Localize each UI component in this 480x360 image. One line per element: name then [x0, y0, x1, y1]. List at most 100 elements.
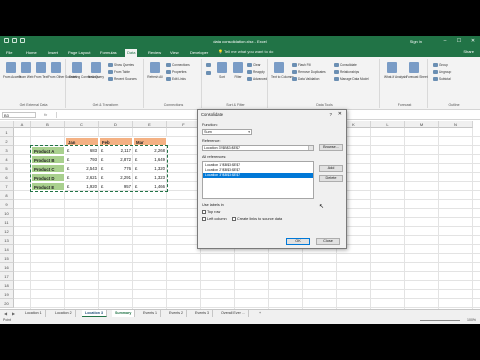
existing-connections-button[interactable]: Existing Connections: [69, 62, 99, 79]
close-icon[interactable]: ✕: [338, 111, 342, 117]
row-header[interactable]: 13: [0, 236, 14, 245]
function-select[interactable]: Sum ▾: [202, 129, 252, 135]
advanced-button[interactable]: Advanced: [247, 77, 267, 82]
sheet-tab[interactable]: Events 3: [192, 310, 213, 317]
column-header[interactable]: A: [14, 121, 31, 128]
new-query-button[interactable]: New Query: [88, 62, 104, 79]
row-header[interactable]: 15: [0, 254, 14, 263]
sheet-tab[interactable]: Location 2: [52, 310, 76, 317]
tab-file[interactable]: File: [4, 49, 14, 57]
row-header[interactable]: 9: [0, 200, 14, 209]
top-row-checkbox[interactable]: Top row: [202, 210, 220, 214]
column-header[interactable]: F: [167, 121, 201, 128]
row-header[interactable]: 3: [0, 146, 14, 155]
column-header[interactable]: N: [439, 121, 473, 128]
zoom-slider[interactable]: [420, 320, 460, 321]
row-header[interactable]: 18: [0, 281, 14, 290]
column-header[interactable]: E: [133, 121, 167, 128]
delete-button[interactable]: Delete: [319, 175, 343, 182]
column-header[interactable]: B: [31, 121, 65, 128]
maximize-button[interactable]: ☐: [456, 38, 462, 44]
from-access-button[interactable]: From Access: [3, 62, 21, 79]
share-button[interactable]: Share: [463, 49, 474, 54]
column-header[interactable]: L: [371, 121, 405, 128]
ok-button[interactable]: OK: [286, 238, 310, 245]
what-if-analysis-button[interactable]: What-If Analysis: [384, 62, 407, 79]
reapply-button[interactable]: Reapply: [247, 70, 265, 75]
text-to-columns-button[interactable]: Text to Columns: [271, 62, 294, 79]
remove-duplicates-button[interactable]: Remove Duplicates: [292, 70, 326, 75]
forecast-sheet-button[interactable]: Forecast Sheet: [406, 62, 428, 79]
minimize-button[interactable]: –: [442, 38, 448, 44]
reference-list-item[interactable]: Location 3'!$B$3:$E$7: [203, 173, 313, 178]
reference-input[interactable]: Location 3'!$B$3:$E$7: [202, 145, 314, 151]
sheet-tab[interactable]: Events 1: [140, 310, 161, 317]
add-button[interactable]: Add: [319, 165, 343, 172]
sort-button[interactable]: Sort: [214, 62, 230, 79]
sort-az-button[interactable]: [206, 63, 212, 68]
tab-home[interactable]: Home: [24, 49, 39, 57]
fx-icon[interactable]: fx: [44, 112, 47, 117]
tab-data[interactable]: Data: [125, 49, 138, 57]
column-header[interactable]: M: [405, 121, 439, 128]
edit-links-button[interactable]: Edit Links: [166, 77, 186, 82]
refresh-all-button[interactable]: Refresh All: [147, 62, 163, 79]
column-header[interactable]: D: [99, 121, 133, 128]
flash-fill-button[interactable]: Flash Fill: [292, 63, 311, 68]
prev-sheet-icon[interactable]: ◀: [4, 311, 7, 316]
zoom-level[interactable]: 100%: [467, 317, 476, 324]
tell-me-search[interactable]: 💡 Tell me what you want to do: [218, 49, 273, 54]
tab-page-layout[interactable]: Page Layout: [66, 49, 92, 57]
help-icon[interactable]: ?: [329, 112, 332, 117]
data-validation-button[interactable]: Data Validation: [292, 77, 319, 82]
close-button[interactable]: Close: [316, 238, 340, 245]
row-header[interactable]: 2: [0, 137, 14, 146]
all-references-list[interactable]: Location 1'!$B$3:$E$7 Location 2'!$B$3:$E…: [202, 161, 314, 199]
row-header[interactable]: 1: [0, 128, 14, 137]
range-picker-icon[interactable]: [308, 146, 313, 150]
from-web-button[interactable]: From Web: [18, 62, 34, 79]
sheet-tab[interactable]: Location 1: [22, 310, 46, 317]
row-header[interactable]: 14: [0, 245, 14, 254]
sign-in-link[interactable]: Sign in: [410, 39, 422, 44]
close-window-button[interactable]: ✕: [470, 38, 476, 44]
from-other-sources-button[interactable]: From Other Sources: [48, 62, 77, 79]
recent-sources-button[interactable]: Recent Sources: [108, 77, 137, 82]
column-header[interactable]: C: [65, 121, 99, 128]
row-header[interactable]: 8: [0, 191, 14, 200]
sheet-tab[interactable]: Location 3: [82, 310, 107, 317]
create-links-checkbox[interactable]: Create links to source data: [232, 217, 282, 221]
sheet-tab[interactable]: Overall Ever ...: [218, 310, 249, 317]
from-table-button[interactable]: From Table: [108, 70, 130, 75]
clear-button[interactable]: Clear: [247, 63, 261, 68]
filter-button[interactable]: Filter: [230, 62, 246, 79]
sheet-tab[interactable]: Summary: [112, 310, 136, 317]
subtotal-button[interactable]: Subtotal: [433, 77, 451, 82]
manage-data-model-button[interactable]: Manage Data Model: [334, 77, 369, 82]
next-sheet-icon[interactable]: ▶: [12, 311, 15, 316]
row-header[interactable]: 12: [0, 227, 14, 236]
select-all-corner[interactable]: [0, 121, 14, 128]
properties-button[interactable]: Properties: [166, 70, 187, 75]
row-header[interactable]: 11: [0, 218, 14, 227]
tab-view[interactable]: View: [168, 49, 181, 57]
tab-insert[interactable]: Insert: [46, 49, 60, 57]
row-header[interactable]: 20: [0, 299, 14, 308]
row-header[interactable]: 17: [0, 272, 14, 281]
add-sheet-button[interactable]: +: [256, 310, 264, 317]
row-header[interactable]: 19: [0, 290, 14, 299]
row-header[interactable]: 6: [0, 173, 14, 182]
consolidate-button[interactable]: Consolidate: [334, 63, 357, 68]
sort-za-button[interactable]: [206, 71, 212, 76]
tab-developer[interactable]: Developer: [188, 49, 210, 57]
row-header[interactable]: 4: [0, 155, 14, 164]
connections-button[interactable]: Connections: [166, 63, 190, 68]
row-header[interactable]: 10: [0, 209, 14, 218]
name-box[interactable]: B3: [2, 112, 36, 118]
left-column-checkbox[interactable]: Left column: [202, 217, 227, 221]
group-button[interactable]: Group: [433, 63, 448, 68]
ungroup-button[interactable]: Ungroup: [433, 70, 451, 75]
show-queries-button[interactable]: Show Queries: [108, 63, 134, 68]
browse-button[interactable]: Browse...: [319, 144, 343, 151]
tab-review[interactable]: Review: [146, 49, 163, 57]
